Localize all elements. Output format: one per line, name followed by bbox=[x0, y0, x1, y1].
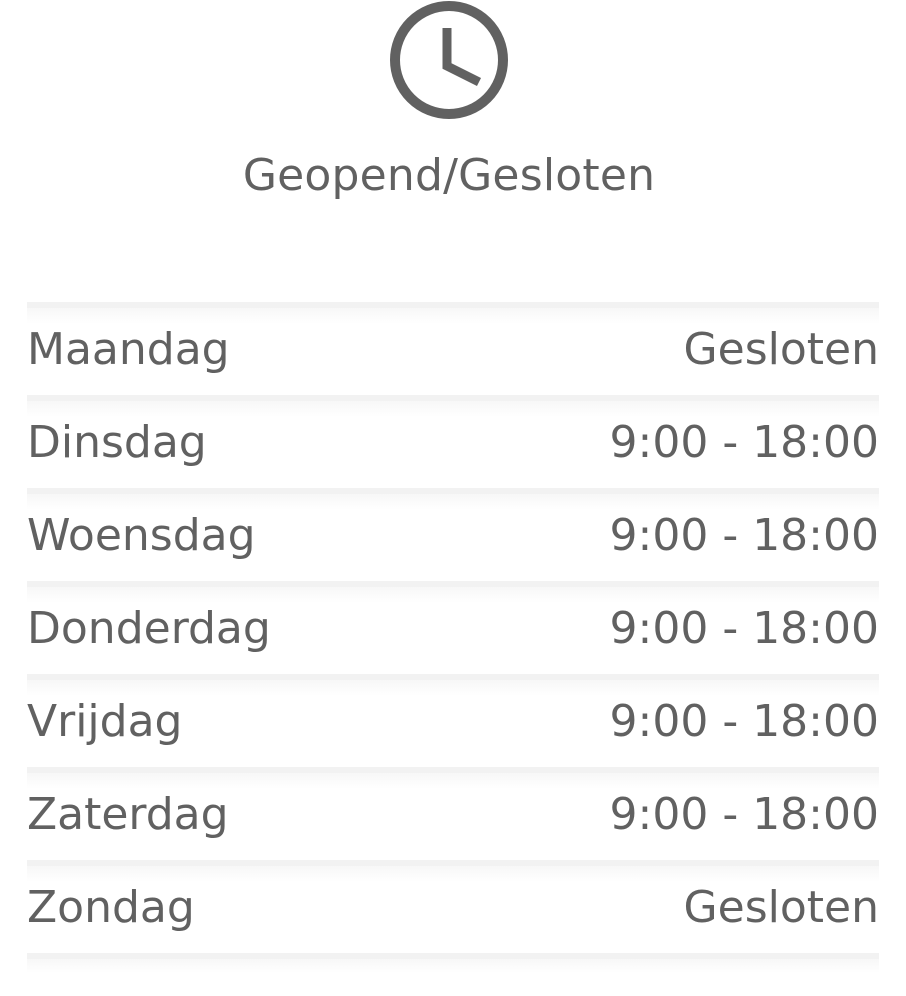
table-row: Woensdag 9:00 - 18:00 bbox=[27, 488, 879, 581]
table-bottom-shadow bbox=[27, 959, 879, 973]
day-label: Donderdag bbox=[27, 603, 271, 654]
hours-value: Gesloten bbox=[683, 882, 879, 933]
day-label: Zaterdag bbox=[27, 789, 229, 840]
hours-value: 9:00 - 18:00 bbox=[609, 696, 879, 747]
hours-value: 9:00 - 18:00 bbox=[609, 789, 879, 840]
hours-value: 9:00 - 18:00 bbox=[609, 603, 879, 654]
table-row: Maandag Gesloten bbox=[27, 302, 879, 395]
day-label: Dinsdag bbox=[27, 417, 207, 468]
table-row: Donderdag 9:00 - 18:00 bbox=[27, 581, 879, 674]
day-label: Zondag bbox=[27, 882, 195, 933]
table-row: Zondag Gesloten bbox=[27, 860, 879, 953]
clock-icon bbox=[390, 1, 508, 119]
hours-value: 9:00 - 18:00 bbox=[609, 510, 879, 561]
table-row: Zaterdag 9:00 - 18:00 bbox=[27, 767, 879, 860]
hours-value: 9:00 - 18:00 bbox=[609, 417, 879, 468]
table-row: Vrijdag 9:00 - 18:00 bbox=[27, 674, 879, 767]
hours-value: Gesloten bbox=[683, 324, 879, 375]
page-title: Geopend/Gesloten bbox=[242, 150, 656, 201]
day-label: Vrijdag bbox=[27, 696, 183, 747]
day-label: Maandag bbox=[27, 324, 230, 375]
day-label: Woensdag bbox=[27, 510, 256, 561]
table-row: Dinsdag 9:00 - 18:00 bbox=[27, 395, 879, 488]
opening-hours-table: Maandag Gesloten Dinsdag 9:00 - 18:00 Wo… bbox=[27, 302, 879, 973]
